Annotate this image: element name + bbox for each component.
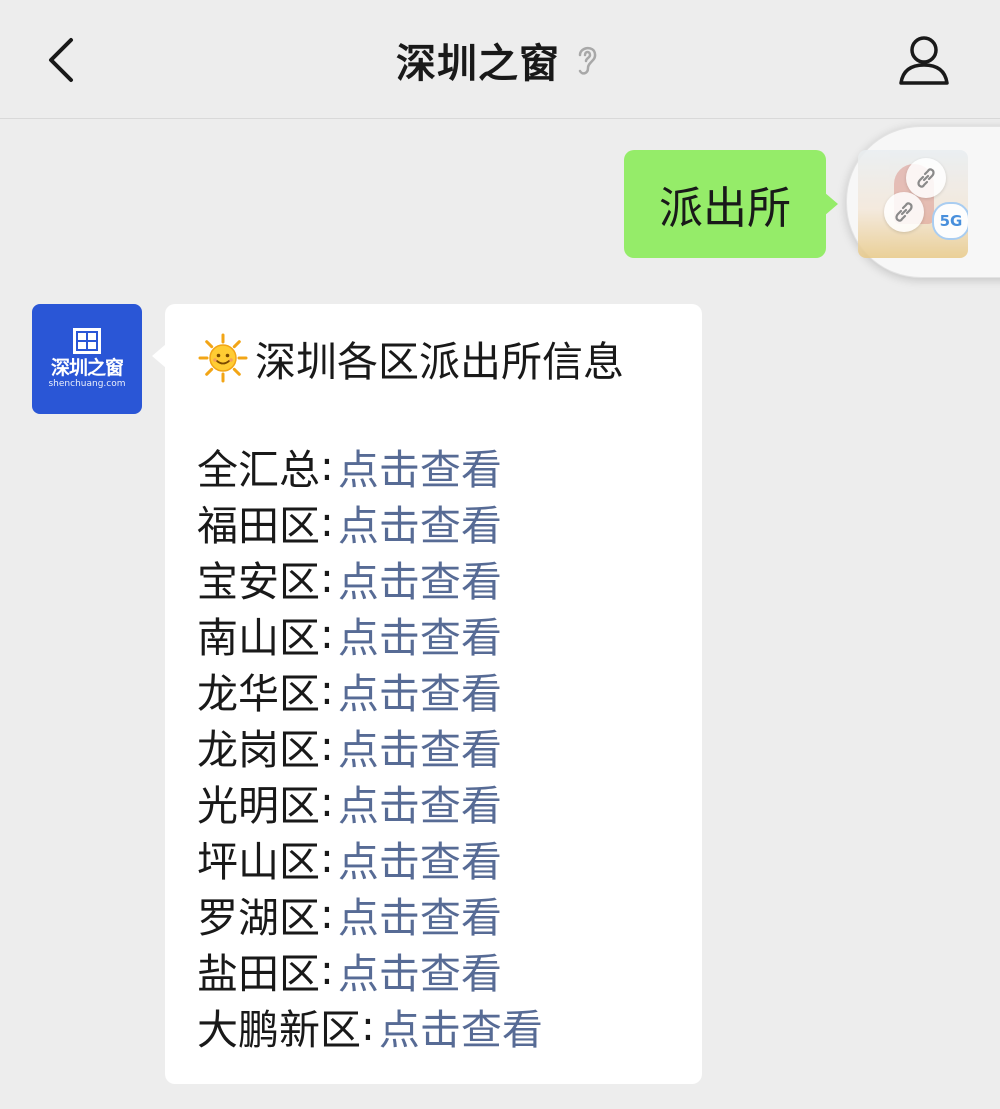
district-row: 福田区: 点击查看 <box>197 494 702 550</box>
chat-header: 深圳之窗 <box>0 0 1000 119</box>
separator: : <box>320 610 334 658</box>
district-row: 盐田区: 点击查看 <box>197 942 702 998</box>
district-name: 福田区 <box>197 502 320 550</box>
district-row: 南山区: 点击查看 <box>197 606 702 662</box>
outgoing-bubble-tail <box>824 192 838 216</box>
incoming-bubble-tail <box>152 344 166 368</box>
district-name: 大鹏新区 <box>197 1006 361 1054</box>
district-name: 罗湖区 <box>197 894 320 942</box>
view-link[interactable]: 点击查看 <box>338 772 502 832</box>
avatar-logo-text: 深圳之窗 <box>50 357 124 379</box>
separator: : <box>320 442 334 490</box>
view-link[interactable]: 点击查看 <box>338 884 502 944</box>
view-link[interactable]: 点击查看 <box>338 716 502 776</box>
message-heading-text: 深圳各区派出所信息 <box>255 338 624 386</box>
district-row: 全汇总: 点击查看 <box>197 438 702 494</box>
incoming-message-bubble[interactable]: 深圳各区派出所信息 全汇总: 点击查看 福田区: 点击查看 宝安区: 点击查看 南山区: 点击… <box>165 304 702 1084</box>
district-row: 罗湖区: 点击查看 <box>197 886 702 942</box>
5g-badge: 5G <box>932 202 968 240</box>
ear-icon <box>570 40 604 80</box>
profile-button[interactable] <box>892 28 956 92</box>
sun-emoji-icon <box>197 332 249 384</box>
link-icon[interactable] <box>884 192 924 232</box>
district-name: 宝安区 <box>197 558 320 606</box>
district-row: 光明区: 点击查看 <box>197 774 702 830</box>
message-heading: 深圳各区派出所信息 <box>197 330 702 386</box>
separator: : <box>320 666 334 714</box>
window-logo-icon <box>73 328 101 354</box>
district-list: 全汇总: 点击查看 福田区: 点击查看 宝安区: 点击查看 南山区: 点击查看 龙华区: 点击查看… <box>197 438 702 1054</box>
chat-title: 深圳之窗 <box>396 41 560 87</box>
view-link[interactable]: 点击查看 <box>338 604 502 664</box>
district-row: 大鹏新区: 点击查看 <box>197 998 702 1054</box>
view-link[interactable]: 点击查看 <box>338 492 502 552</box>
district-row: 龙华区: 点击查看 <box>197 662 702 718</box>
separator: : <box>320 834 334 882</box>
district-row: 宝安区: 点击查看 <box>197 550 702 606</box>
outgoing-message-text: 派出所 <box>659 183 791 234</box>
view-link[interactable]: 点击查看 <box>338 548 502 608</box>
separator: : <box>320 554 334 602</box>
separator: : <box>320 890 334 938</box>
separator: : <box>320 498 334 546</box>
district-name: 光明区 <box>197 782 320 830</box>
view-link[interactable]: 点击查看 <box>379 996 543 1056</box>
view-link[interactable]: 点击查看 <box>338 828 502 888</box>
district-name: 盐田区 <box>197 950 320 998</box>
contact-avatar[interactable]: 深圳之窗 shenchuang.com <box>32 304 142 414</box>
view-link[interactable]: 点击查看 <box>338 940 502 1000</box>
separator: : <box>320 778 334 826</box>
separator: : <box>320 946 334 994</box>
link-icon[interactable] <box>906 158 946 198</box>
district-name: 龙岗区 <box>197 726 320 774</box>
district-name: 全汇总 <box>197 446 320 494</box>
separator: : <box>361 1002 375 1050</box>
chat-title-group: 深圳之窗 <box>0 28 1000 92</box>
district-row: 龙岗区: 点击查看 <box>197 718 702 774</box>
separator: : <box>320 722 334 770</box>
outgoing-message-bubble[interactable]: 派出所 <box>624 150 826 258</box>
view-link[interactable]: 点击查看 <box>338 436 502 496</box>
district-name: 龙华区 <box>197 670 320 718</box>
avatar-logo-subtext: shenchuang.com <box>48 379 126 389</box>
district-row: 坪山区: 点击查看 <box>197 830 702 886</box>
district-name: 南山区 <box>197 614 320 662</box>
district-name: 坪山区 <box>197 838 320 886</box>
person-icon <box>899 36 949 85</box>
view-link[interactable]: 点击查看 <box>338 660 502 720</box>
